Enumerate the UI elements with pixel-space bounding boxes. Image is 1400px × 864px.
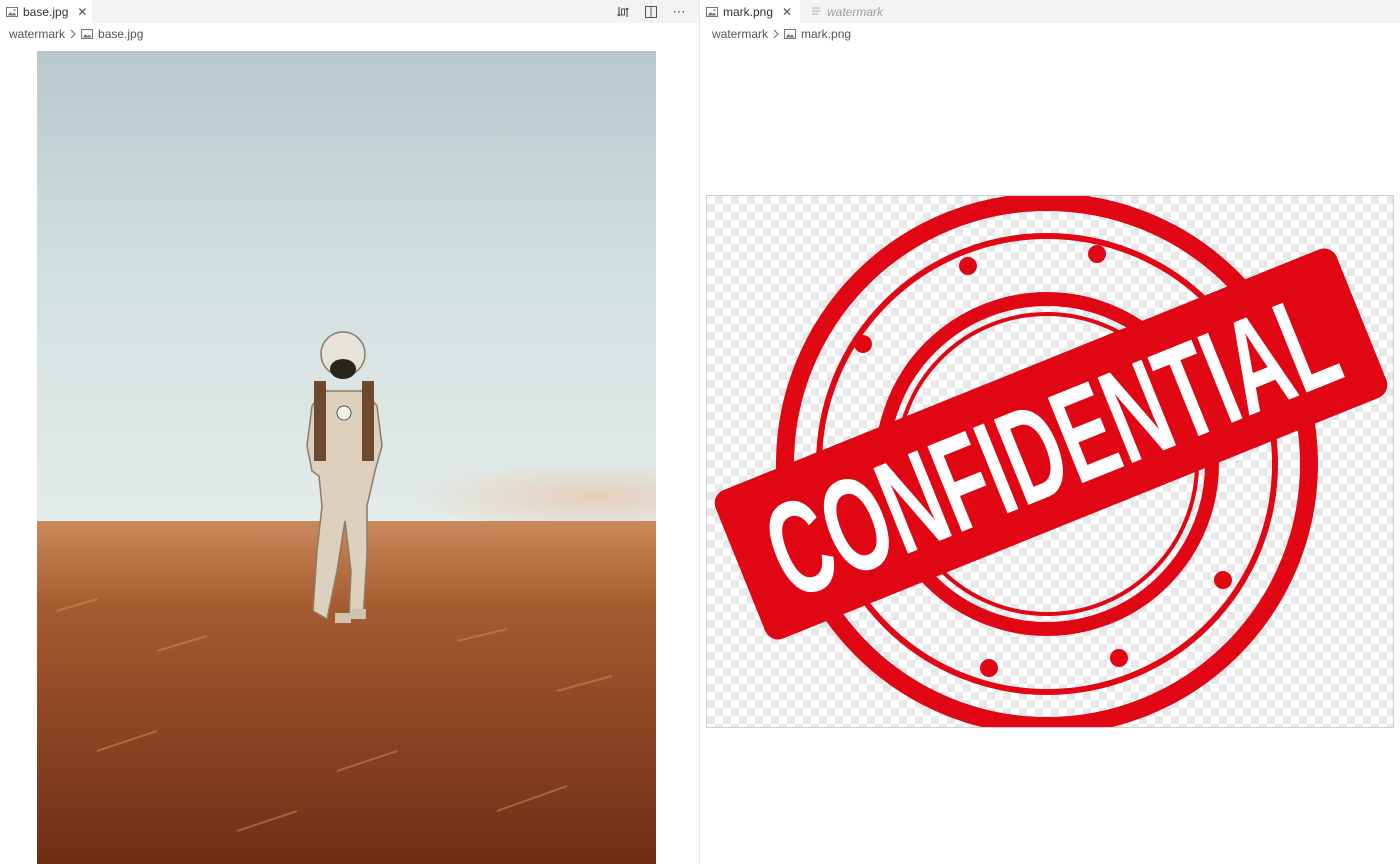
image-file-icon: [6, 6, 18, 18]
breadcrumb-folder[interactable]: watermark: [712, 27, 768, 41]
astronaut-photo: [37, 51, 656, 864]
file-icon: [810, 6, 822, 18]
breadcrumb-file[interactable]: base.jpg: [98, 27, 143, 41]
left-editor-group: base.jpg ✕ ⋯ watermark base.jpg: [0, 0, 699, 864]
close-icon[interactable]: ✕: [781, 5, 793, 19]
right-editor-group: mark.png ✕ watermark watermark mark.png: [700, 0, 1400, 864]
left-tab-bar: base.jpg ✕ ⋯: [0, 0, 699, 23]
breadcrumb: watermark base.jpg: [9, 25, 143, 43]
tab-base-jpg[interactable]: base.jpg ✕: [0, 0, 92, 23]
breadcrumb: watermark mark.png: [712, 25, 851, 43]
confidential-stamp-image: CONFIDENTIAL: [706, 195, 1394, 728]
image-file-icon: [784, 28, 797, 40]
tab-label: watermark: [827, 4, 884, 19]
split-editor-icon[interactable]: [643, 4, 659, 20]
tab-label: base.jpg: [23, 4, 69, 19]
right-tab-bar: mark.png ✕ watermark: [700, 0, 1400, 23]
compare-icon[interactable]: [615, 4, 631, 20]
breadcrumb-file[interactable]: mark.png: [801, 27, 851, 41]
chevron-right-icon: [69, 29, 77, 39]
tab-watermark[interactable]: watermark: [804, 0, 904, 23]
breadcrumb-folder[interactable]: watermark: [9, 27, 65, 41]
more-icon[interactable]: ⋯: [671, 4, 687, 20]
editor-actions: ⋯: [615, 0, 687, 23]
tab-mark-png[interactable]: mark.png ✕: [700, 0, 800, 23]
close-icon[interactable]: ✕: [76, 5, 88, 19]
chevron-right-icon: [772, 29, 780, 39]
image-file-icon: [81, 28, 94, 40]
tab-label: mark.png: [723, 4, 774, 19]
image-file-icon: [706, 6, 718, 18]
